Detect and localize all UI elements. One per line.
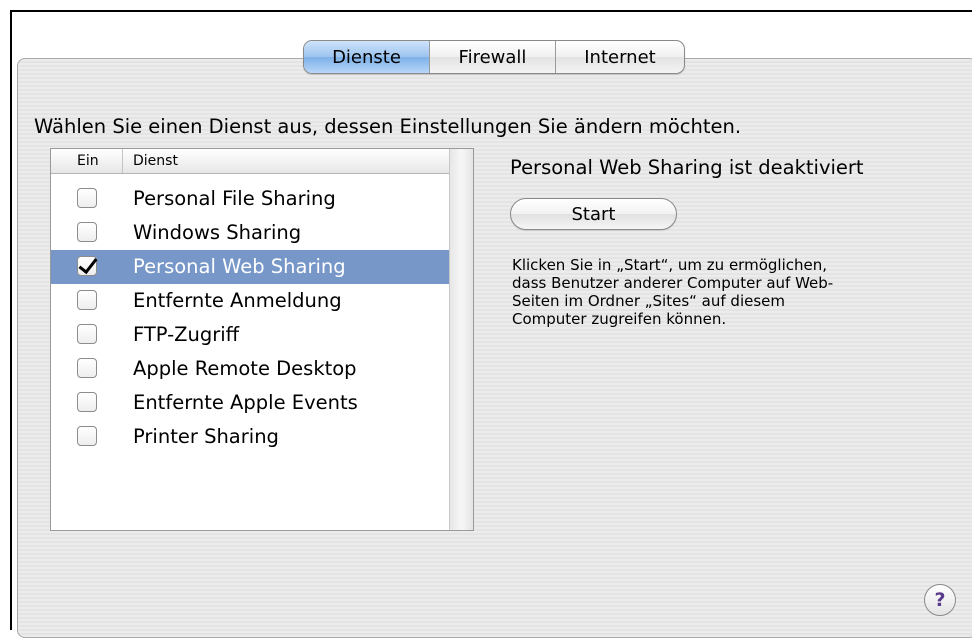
description-line: dass Benutzer anderer Computer auf Web- — [512, 274, 834, 292]
service-checkbox[interactable] — [77, 324, 97, 344]
tab-dienste[interactable]: Dienste — [304, 41, 430, 73]
window: Dienste Firewall Internet Wählen Sie ein… — [0, 0, 972, 638]
tab-bar: Dienste Firewall Internet — [303, 40, 685, 74]
service-label: Personal Web Sharing — [133, 255, 346, 278]
service-row-entfernte-anmeldung[interactable]: Entfernte Anmeldung — [51, 284, 449, 318]
service-row-personal-file-sharing[interactable]: Personal File Sharing — [51, 182, 449, 216]
tab-firewall[interactable]: Firewall — [430, 41, 556, 73]
service-checkbox[interactable] — [77, 358, 97, 378]
help-icon[interactable]: ? — [924, 584, 956, 616]
service-row-personal-web-sharing[interactable]: Personal Web Sharing — [51, 250, 449, 284]
service-description: Klicken Sie in „Start“, um zu ermögliche… — [512, 256, 932, 328]
service-row-printer-sharing[interactable]: Printer Sharing — [51, 420, 449, 454]
service-row-ftp-zugriff[interactable]: FTP-Zugriff — [51, 318, 449, 352]
services-list[interactable]: Ein Dienst Personal File Sharing Windows… — [50, 148, 474, 531]
list-header: Ein Dienst — [51, 149, 449, 174]
list-scrollbar[interactable] — [449, 149, 473, 530]
tab-internet[interactable]: Internet — [556, 41, 684, 73]
service-row-entfernte-apple-events[interactable]: Entfernte Apple Events — [51, 386, 449, 420]
service-checkbox[interactable] — [77, 222, 97, 242]
service-label: Entfernte Anmeldung — [133, 289, 342, 312]
service-label: Personal File Sharing — [133, 187, 336, 210]
service-label: FTP-Zugriff — [133, 323, 240, 346]
service-label: Entfernte Apple Events — [133, 391, 358, 414]
column-header-on[interactable]: Ein — [51, 149, 123, 173]
service-label: Apple Remote Desktop — [133, 357, 357, 380]
service-status: Personal Web Sharing ist deaktiviert — [510, 156, 864, 179]
service-checkbox[interactable] — [77, 188, 97, 208]
description-line: Seiten im Ordner „Sites“ auf diesem — [512, 292, 785, 310]
instruction-heading: Wählen Sie einen Dienst aus, dessen Eins… — [34, 115, 742, 138]
description-line: Computer zugreifen können. — [512, 310, 727, 328]
service-row-windows-sharing[interactable]: Windows Sharing — [51, 216, 449, 250]
start-button[interactable]: Start — [510, 198, 677, 230]
column-header-service[interactable]: Dienst — [133, 149, 178, 173]
service-checkbox[interactable] — [77, 290, 97, 310]
service-checkbox[interactable] — [77, 426, 97, 446]
service-label: Printer Sharing — [133, 425, 279, 448]
service-rows: Personal File Sharing Windows Sharing Pe… — [51, 182, 449, 454]
service-row-apple-remote-desktop[interactable]: Apple Remote Desktop — [51, 352, 449, 386]
description-line: Klicken Sie in „Start“, um zu ermögliche… — [512, 256, 827, 274]
service-checkbox[interactable] — [77, 392, 97, 412]
service-label: Windows Sharing — [133, 221, 302, 244]
service-checkbox[interactable] — [77, 256, 97, 276]
